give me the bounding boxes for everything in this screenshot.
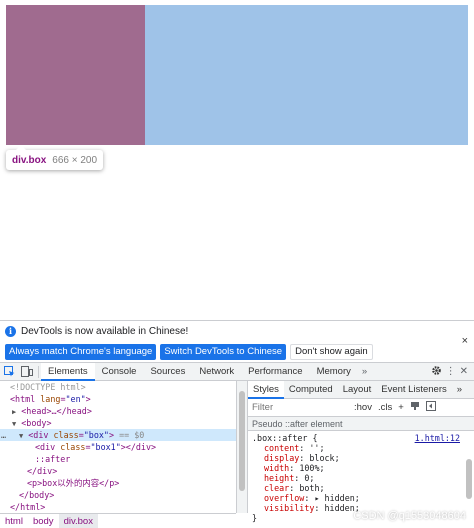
panel-splitter[interactable] xyxy=(236,381,248,513)
tab-layout[interactable]: Layout xyxy=(338,381,377,398)
styles-scrollbar[interactable] xyxy=(466,459,472,499)
css-property[interactable]: overflow: ▸ hidden; xyxy=(252,493,470,503)
tree-line-doctype[interactable]: <!DOCTYPE html> xyxy=(0,381,236,393)
styles-filter-input[interactable] xyxy=(252,401,348,414)
watermark: CSDN @q1553048604 xyxy=(353,510,466,522)
tree-line-div-box1[interactable]: <div class="box1"></div> xyxy=(0,441,236,453)
info-icon: i xyxy=(5,325,16,337)
css-property[interactable]: display: block; xyxy=(252,453,470,463)
inspect-tooltip: div.box 666 × 200 xyxy=(6,145,104,170)
breadcrumb-body[interactable]: body xyxy=(28,514,59,528)
tab-performance[interactable]: Performance xyxy=(241,363,309,380)
pseudo-element-header: Pseudo ::after element xyxy=(248,417,474,431)
device-toolbar-icon[interactable] xyxy=(18,363,36,380)
styles-pane: Styles Computed Layout Event Listeners »… xyxy=(248,381,474,528)
breadcrumb-html[interactable]: html xyxy=(0,514,28,528)
css-property[interactable]: height: 0; xyxy=(252,473,470,483)
kebab-menu-icon[interactable]: ⋮ xyxy=(446,366,456,377)
div-box1[interactable] xyxy=(6,5,145,145)
language-infobar: i DevTools is now available in Chinese! … xyxy=(0,321,474,347)
collapse-triangle-icon[interactable]: ▼ xyxy=(0,420,16,428)
breadcrumb-div-box[interactable]: div.box xyxy=(58,514,98,528)
elements-scrollbar[interactable] xyxy=(239,391,245,491)
class-toggle[interactable]: .cls xyxy=(378,402,392,413)
always-match-language-button[interactable]: Always match Chrome's language xyxy=(5,343,157,360)
rule-source-link[interactable]: 1.html:12 xyxy=(415,433,460,443)
elements-tree: <!DOCTYPE html> <html lang="en"> ▶ <head… xyxy=(0,381,236,513)
tree-line-div-box-selected[interactable]: … ▼ <div class="box"> == $0 xyxy=(0,429,236,441)
tree-line-after-pseudo[interactable]: ::after xyxy=(0,453,236,465)
tree-line-html-close[interactable]: </html> xyxy=(0,501,236,513)
tab-computed[interactable]: Computed xyxy=(284,381,338,398)
tree-line-head[interactable]: ▶ <head>…</head> xyxy=(0,405,236,417)
close-icon[interactable]: × xyxy=(462,335,468,347)
devtools-tabbar: Elements Console Sources Network Perform… xyxy=(0,362,474,381)
tree-line-div-close[interactable]: </div> xyxy=(0,465,236,477)
css-property[interactable]: clear: both; xyxy=(252,483,470,493)
tree-line-body[interactable]: ▼ <body> xyxy=(0,417,236,429)
div-box-area[interactable] xyxy=(145,5,468,145)
tooltip-dimensions: 666 × 200 xyxy=(52,154,98,166)
css-property[interactable]: content: ''; xyxy=(252,443,470,453)
switch-to-chinese-button[interactable]: Switch DevTools to Chinese xyxy=(160,343,287,360)
tooltip-tag: div.box xyxy=(12,154,47,166)
tree-line-body-close[interactable]: </body> xyxy=(0,489,236,501)
expand-triangle-icon[interactable]: ▶ xyxy=(0,408,16,416)
dont-show-again-button[interactable]: Don't show again xyxy=(290,343,373,360)
sidebar-toggle-icon[interactable] xyxy=(425,401,436,414)
more-tabs-icon[interactable]: » xyxy=(452,381,467,398)
infobar-text: DevTools is now available in Chinese! xyxy=(21,325,189,337)
tab-network[interactable]: Network xyxy=(192,363,241,380)
close-devtools-icon[interactable]: ✕ xyxy=(460,366,468,377)
infobar-buttons: Always match Chrome's language Switch De… xyxy=(0,341,474,362)
tab-console[interactable]: Console xyxy=(95,363,144,380)
paint-icon[interactable] xyxy=(410,401,420,414)
tab-memory[interactable]: Memory xyxy=(310,363,358,380)
tree-line-html[interactable]: <html lang="en"> xyxy=(0,393,236,405)
tree-line-p[interactable]: <p>box以外的内容</p> xyxy=(0,477,236,489)
tab-styles[interactable]: Styles xyxy=(248,381,284,399)
gear-icon[interactable] xyxy=(431,365,442,379)
styles-filter-row: :hov .cls + xyxy=(248,399,474,417)
page-viewport: div.box 666 × 200 xyxy=(0,0,474,320)
div-box-highlight[interactable] xyxy=(6,5,468,145)
hover-state-toggle[interactable]: :hov xyxy=(354,402,372,413)
tab-sources[interactable]: Sources xyxy=(143,363,192,380)
new-style-rule-button[interactable]: + xyxy=(398,402,404,413)
tab-event-listeners[interactable]: Event Listeners xyxy=(376,381,451,398)
ellipsis-icon[interactable]: … xyxy=(1,429,6,441)
divider xyxy=(38,365,39,378)
css-property[interactable]: width: 100%; xyxy=(252,463,470,473)
styles-tabbar: Styles Computed Layout Event Listeners » xyxy=(248,381,474,399)
tab-elements[interactable]: Elements xyxy=(41,363,95,381)
breadcrumb: html body div.box xyxy=(0,513,236,528)
more-tabs-icon[interactable]: » xyxy=(358,366,371,377)
devtools-panel: i DevTools is now available in Chinese! … xyxy=(0,320,474,528)
devtools-toolbar-right: ⋮ ✕ xyxy=(431,365,474,379)
inspect-element-icon[interactable] xyxy=(0,363,18,380)
